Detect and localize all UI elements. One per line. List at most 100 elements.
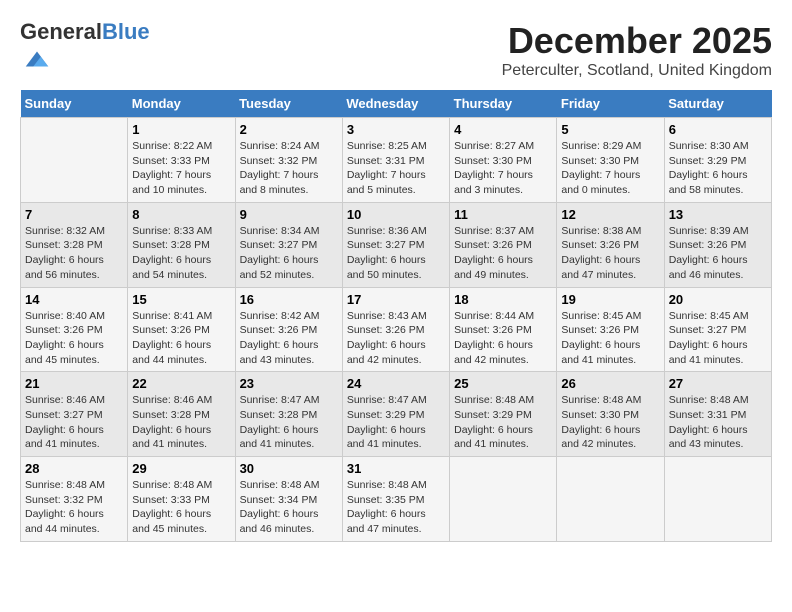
calendar-cell: 19Sunrise: 8:45 AM Sunset: 3:26 PM Dayli… — [557, 287, 664, 372]
calendar-row-3: 21Sunrise: 8:46 AM Sunset: 3:27 PM Dayli… — [21, 372, 772, 457]
calendar-header: SundayMondayTuesdayWednesdayThursdayFrid… — [21, 90, 772, 118]
calendar-table: SundayMondayTuesdayWednesdayThursdayFrid… — [20, 90, 772, 542]
day-number: 31 — [347, 461, 445, 476]
calendar-row-2: 14 Sunrise: 8:40 AM Sunset: 3:26 PM Dayli… — [21, 287, 772, 372]
calendar-cell: 15Sunrise: 8:41 AM Sunset: 3:26 PM Dayli… — [128, 287, 235, 372]
calendar-cell: 21Sunrise: 8:46 AM Sunset: 3:27 PM Dayli… — [21, 372, 128, 457]
day-number: 29 — [132, 461, 230, 476]
day-info: Sunrise: 8:46 AM Sunset: 3:28 PM Dayligh… — [132, 393, 230, 452]
calendar-cell: 6 Sunrise: 8:30 AM Sunset: 3:29 PM Daylig… — [664, 118, 771, 203]
day-number: 13 — [669, 207, 767, 222]
calendar-cell: 7 Sunrise: 8:32 AM Sunset: 3:28 PM Daylig… — [21, 202, 128, 287]
day-info: Sunrise: 8:27 AM Sunset: 3:30 PM Dayligh… — [454, 139, 552, 198]
calendar-cell: 30 Sunrise: 8:48 AM Sunset: 3:34 PM Dayli… — [235, 457, 342, 542]
calendar-cell: 20 Sunrise: 8:45 AM Sunset: 3:27 PM Dayli… — [664, 287, 771, 372]
calendar-cell: 8Sunrise: 8:33 AM Sunset: 3:28 PM Daylig… — [128, 202, 235, 287]
calendar-cell: 9Sunrise: 8:34 AM Sunset: 3:27 PM Daylig… — [235, 202, 342, 287]
day-info: Sunrise: 8:30 AM Sunset: 3:29 PM Dayligh… — [669, 139, 767, 198]
day-info: Sunrise: 8:39 AM Sunset: 3:26 PM Dayligh… — [669, 224, 767, 283]
calendar-cell: 3Sunrise: 8:25 AM Sunset: 3:31 PM Daylig… — [342, 118, 449, 203]
logo-text: GeneralBlue — [20, 20, 150, 44]
calendar-cell: 13 Sunrise: 8:39 AM Sunset: 3:26 PM Dayli… — [664, 202, 771, 287]
calendar-cell — [450, 457, 557, 542]
calendar-cell: 18 Sunrise: 8:44 AM Sunset: 3:26 PM Dayli… — [450, 287, 557, 372]
calendar-cell: 27 Sunrise: 8:48 AM Sunset: 3:31 PM Dayli… — [664, 372, 771, 457]
day-number: 15 — [132, 292, 230, 307]
day-info: Sunrise: 8:48 AM Sunset: 3:34 PM Dayligh… — [240, 478, 338, 537]
calendar-cell: 23 Sunrise: 8:47 AM Sunset: 3:28 PM Dayli… — [235, 372, 342, 457]
day-info: Sunrise: 8:48 AM Sunset: 3:35 PM Dayligh… — [347, 478, 445, 537]
calendar-cell: 17Sunrise: 8:43 AM Sunset: 3:26 PM Dayli… — [342, 287, 449, 372]
day-number: 22 — [132, 376, 230, 391]
month-title: December 2025 — [502, 20, 772, 62]
day-info: Sunrise: 8:45 AM Sunset: 3:26 PM Dayligh… — [561, 309, 659, 368]
day-number: 28 — [25, 461, 123, 476]
calendar-cell: 22 Sunrise: 8:46 AM Sunset: 3:28 PM Dayli… — [128, 372, 235, 457]
day-number: 26 — [561, 376, 659, 391]
calendar-cell: 1 Sunrise: 8:22 AM Sunset: 3:33 PM Daylig… — [128, 118, 235, 203]
calendar-cell: 5 Sunrise: 8:29 AM Sunset: 3:30 PM Daylig… — [557, 118, 664, 203]
day-number: 18 — [454, 292, 552, 307]
day-info: Sunrise: 8:42 AM Sunset: 3:26 PM Dayligh… — [240, 309, 338, 368]
page-header: GeneralBlue December 2025 Peterculter, S… — [20, 20, 772, 80]
day-info: Sunrise: 8:29 AM Sunset: 3:30 PM Dayligh… — [561, 139, 659, 198]
day-info: Sunrise: 8:38 AM Sunset: 3:26 PM Dayligh… — [561, 224, 659, 283]
header-cell-monday: Monday — [128, 90, 235, 118]
day-number: 30 — [240, 461, 338, 476]
day-number: 27 — [669, 376, 767, 391]
calendar-cell: 16 Sunrise: 8:42 AM Sunset: 3:26 PM Dayli… — [235, 287, 342, 372]
day-info: Sunrise: 8:47 AM Sunset: 3:28 PM Dayligh… — [240, 393, 338, 452]
calendar-cell: 25Sunrise: 8:48 AM Sunset: 3:29 PM Dayli… — [450, 372, 557, 457]
header-cell-tuesday: Tuesday — [235, 90, 342, 118]
day-info: Sunrise: 8:45 AM Sunset: 3:27 PM Dayligh… — [669, 309, 767, 368]
day-number: 20 — [669, 292, 767, 307]
day-info: Sunrise: 8:24 AM Sunset: 3:32 PM Dayligh… — [240, 139, 338, 198]
day-number: 17 — [347, 292, 445, 307]
calendar-cell: 2Sunrise: 8:24 AM Sunset: 3:32 PM Daylig… — [235, 118, 342, 203]
header-row: SundayMondayTuesdayWednesdayThursdayFrid… — [21, 90, 772, 118]
day-info: Sunrise: 8:34 AM Sunset: 3:27 PM Dayligh… — [240, 224, 338, 283]
day-info: Sunrise: 8:32 AM Sunset: 3:28 PM Dayligh… — [25, 224, 123, 283]
header-cell-friday: Friday — [557, 90, 664, 118]
calendar-cell: 12 Sunrise: 8:38 AM Sunset: 3:26 PM Dayli… — [557, 202, 664, 287]
day-number: 23 — [240, 376, 338, 391]
calendar-cell: 28 Sunrise: 8:48 AM Sunset: 3:32 PM Dayli… — [21, 457, 128, 542]
day-number: 6 — [669, 122, 767, 137]
calendar-cell: 24Sunrise: 8:47 AM Sunset: 3:29 PM Dayli… — [342, 372, 449, 457]
title-block: December 2025 Peterculter, Scotland, Uni… — [502, 20, 772, 80]
day-info: Sunrise: 8:44 AM Sunset: 3:26 PM Dayligh… — [454, 309, 552, 368]
day-info: Sunrise: 8:37 AM Sunset: 3:26 PM Dayligh… — [454, 224, 552, 283]
day-info: Sunrise: 8:46 AM Sunset: 3:27 PM Dayligh… — [25, 393, 123, 452]
day-info: Sunrise: 8:48 AM Sunset: 3:32 PM Dayligh… — [25, 478, 123, 537]
logo-icon — [22, 44, 52, 74]
day-number: 7 — [25, 207, 123, 222]
calendar-cell — [664, 457, 771, 542]
day-number: 4 — [454, 122, 552, 137]
day-info: Sunrise: 8:47 AM Sunset: 3:29 PM Dayligh… — [347, 393, 445, 452]
calendar-row-4: 28 Sunrise: 8:48 AM Sunset: 3:32 PM Dayli… — [21, 457, 772, 542]
header-cell-wednesday: Wednesday — [342, 90, 449, 118]
day-info: Sunrise: 8:40 AM Sunset: 3:26 PM Dayligh… — [25, 309, 123, 368]
day-number: 11 — [454, 207, 552, 222]
header-cell-sunday: Sunday — [21, 90, 128, 118]
calendar-row-1: 7 Sunrise: 8:32 AM Sunset: 3:28 PM Daylig… — [21, 202, 772, 287]
day-info: Sunrise: 8:22 AM Sunset: 3:33 PM Dayligh… — [132, 139, 230, 198]
day-info: Sunrise: 8:48 AM Sunset: 3:33 PM Dayligh… — [132, 478, 230, 537]
calendar-cell: 29 Sunrise: 8:48 AM Sunset: 3:33 PM Dayli… — [128, 457, 235, 542]
calendar-cell: 11 Sunrise: 8:37 AM Sunset: 3:26 PM Dayli… — [450, 202, 557, 287]
day-number: 14 — [25, 292, 123, 307]
day-number: 25 — [454, 376, 552, 391]
calendar-cell: 4 Sunrise: 8:27 AM Sunset: 3:30 PM Daylig… — [450, 118, 557, 203]
day-info: Sunrise: 8:48 AM Sunset: 3:31 PM Dayligh… — [669, 393, 767, 452]
day-number: 5 — [561, 122, 659, 137]
day-number: 16 — [240, 292, 338, 307]
logo: GeneralBlue — [20, 20, 150, 79]
calendar-row-0: 1 Sunrise: 8:22 AM Sunset: 3:33 PM Daylig… — [21, 118, 772, 203]
calendar-cell — [557, 457, 664, 542]
day-number: 12 — [561, 207, 659, 222]
calendar-cell: 26Sunrise: 8:48 AM Sunset: 3:30 PM Dayli… — [557, 372, 664, 457]
logo-blue: Blue — [102, 19, 150, 44]
calendar-body: 1 Sunrise: 8:22 AM Sunset: 3:33 PM Daylig… — [21, 118, 772, 542]
day-number: 1 — [132, 122, 230, 137]
day-number: 8 — [132, 207, 230, 222]
